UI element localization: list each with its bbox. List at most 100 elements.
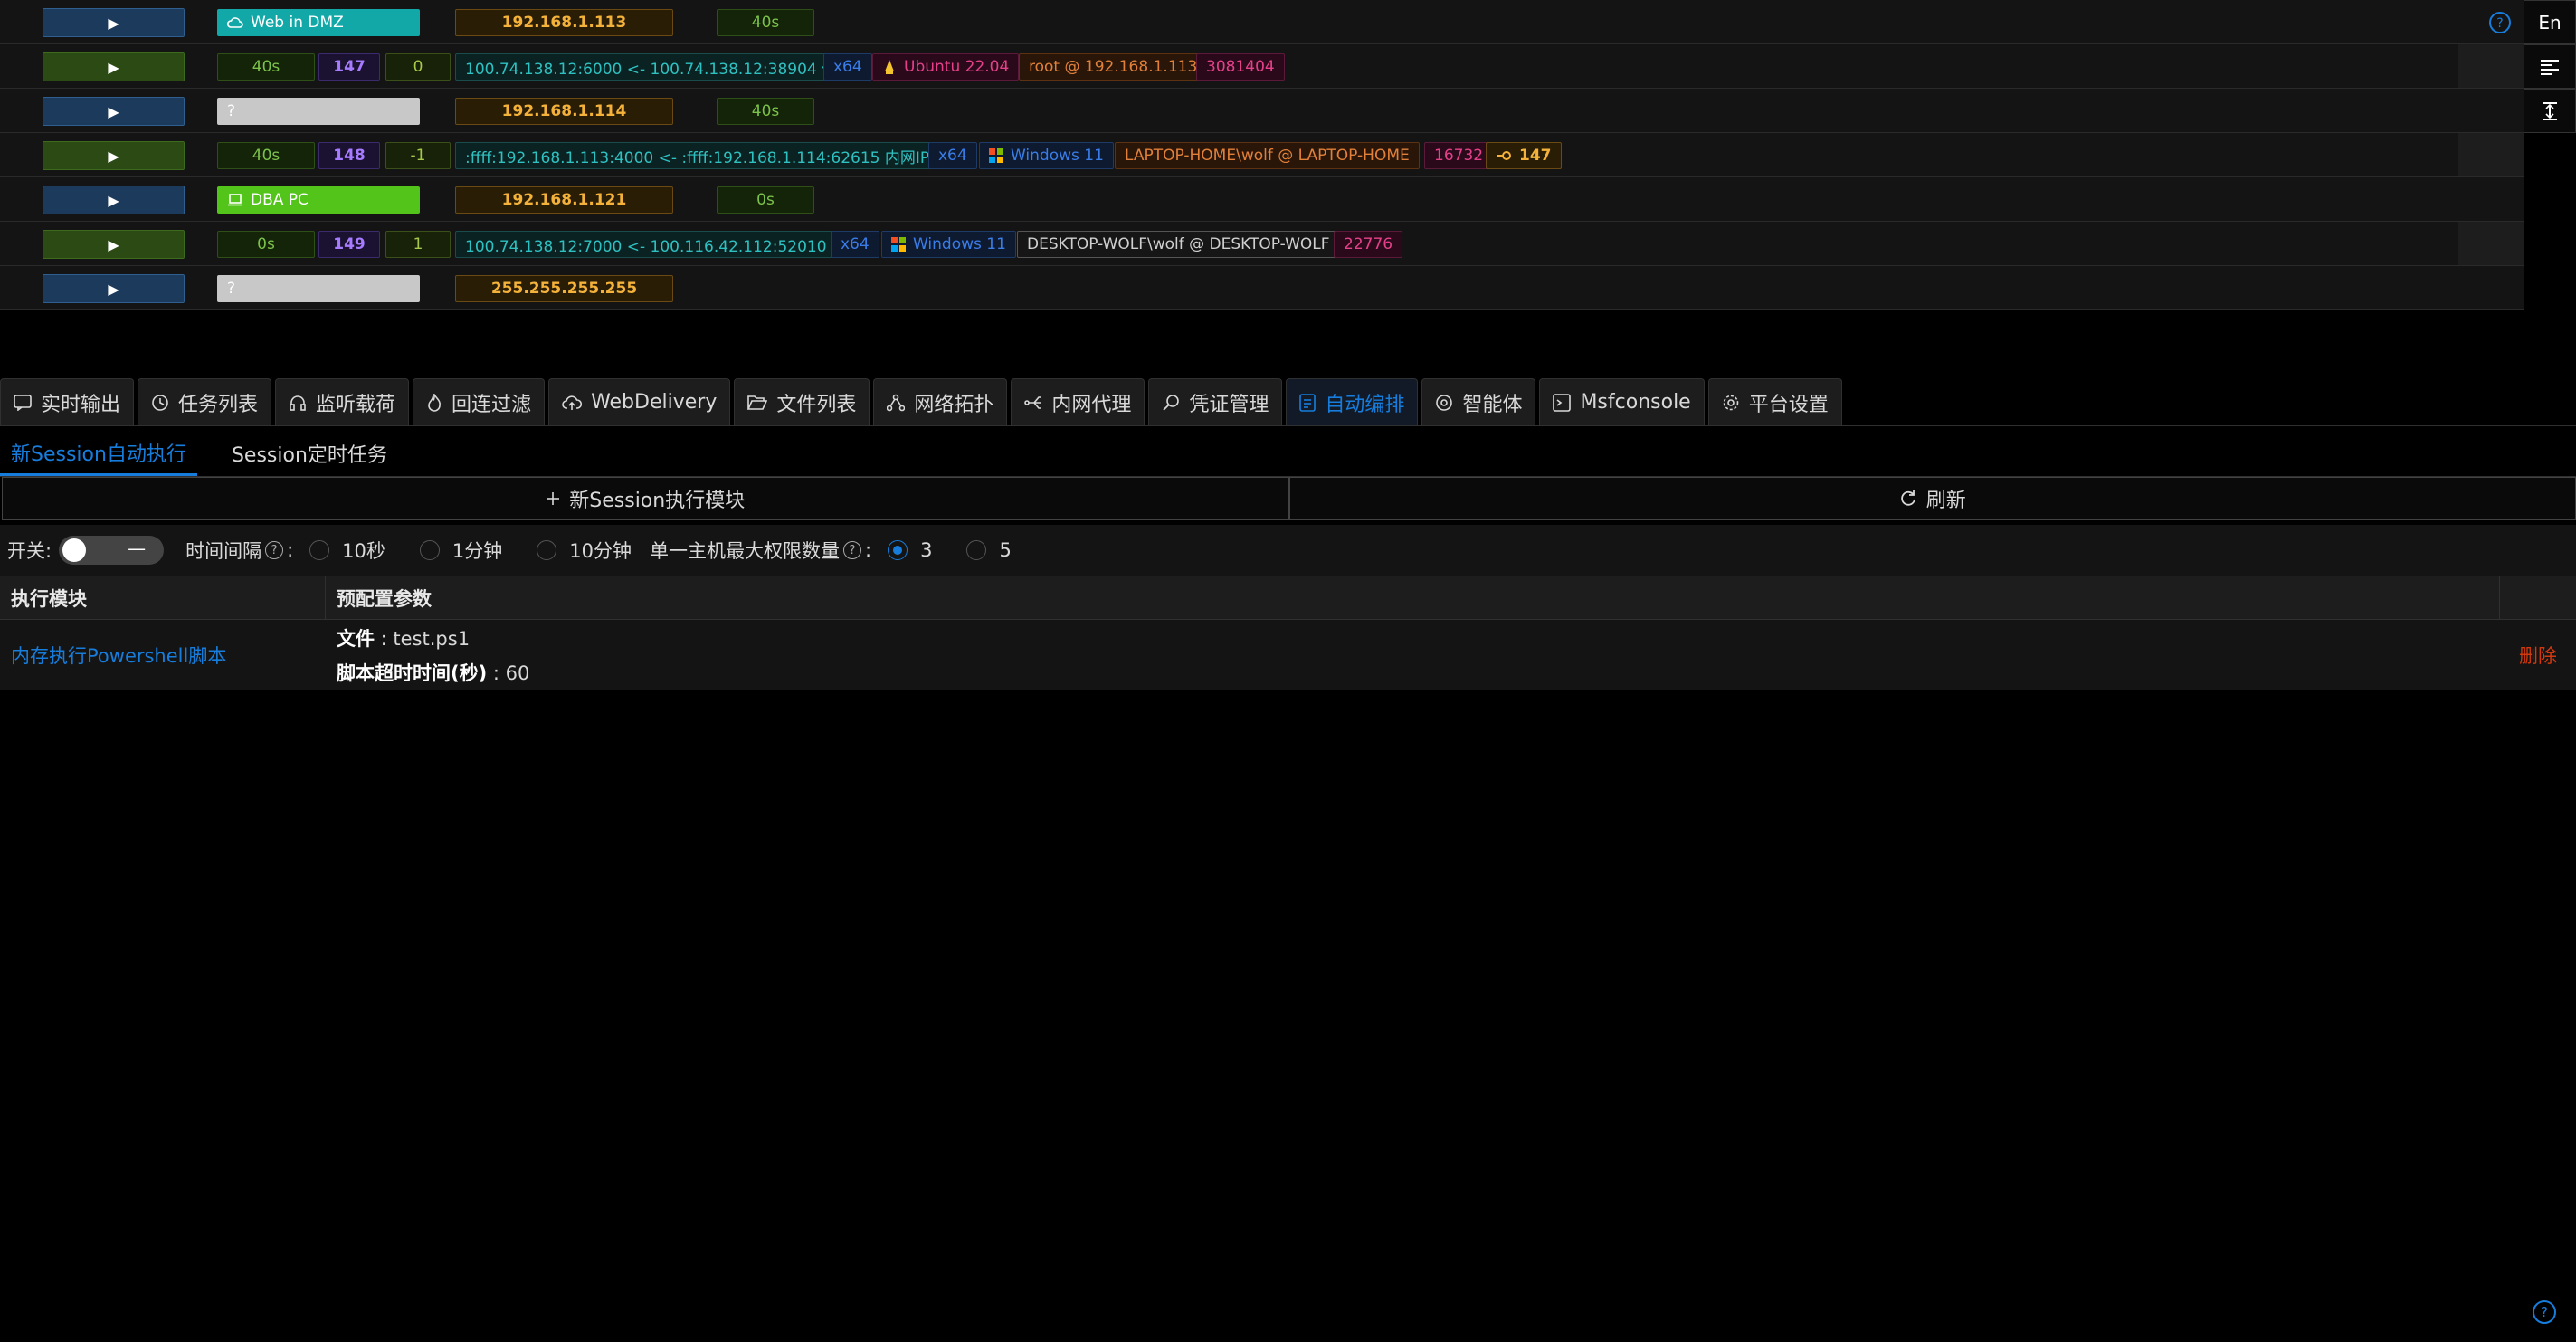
enable-switch[interactable]: — (59, 536, 165, 565)
session-user-tag: root @ 192.168.1.113 (1019, 53, 1208, 81)
session-expand-button[interactable]: ▶ (43, 52, 185, 81)
tab-task-list[interactable]: 任务列表 (138, 378, 272, 425)
host-name-tag[interactable]: Web in DMZ (217, 9, 420, 36)
column-height-button[interactable] (2524, 89, 2576, 133)
cloud-icon (227, 17, 243, 28)
session-expand-button[interactable]: ▶ (43, 230, 185, 259)
column-header-params: 预配置参数 (326, 576, 2500, 619)
expand-button[interactable]: ▶ (43, 97, 185, 126)
tab-listener-payload[interactable]: 监听载荷 (275, 378, 410, 425)
expand-button[interactable]: ▶ (43, 8, 185, 37)
radio-max-3[interactable]: 3 (888, 539, 932, 561)
tab-webdelivery[interactable]: WebDelivery (548, 378, 731, 425)
radio-interval-1m[interactable]: 1分钟 (419, 537, 502, 564)
session-id-tag[interactable]: 148 (318, 142, 380, 169)
session-os-name: Windows 11 (913, 235, 1006, 253)
subtab-session-scheduled-task[interactable]: Session定时任务 (221, 431, 398, 476)
tabs-divider (0, 425, 2576, 426)
link-icon (1497, 151, 1511, 160)
radio-interval-10m[interactable]: 10分钟 (537, 537, 632, 564)
align-left-button[interactable] (2524, 44, 2576, 89)
host-row[interactable]: ▶ ? 255.255.255.255 (0, 266, 2524, 310)
session-id-tag[interactable]: 149 (318, 231, 380, 258)
tab-file-list[interactable]: 文件列表 (734, 378, 870, 425)
side-toolbar: En (2524, 0, 2576, 133)
host-row[interactable]: ▶ ? 192.168.1.114 40s (0, 89, 2524, 133)
tab-network-topology[interactable]: 网络拓扑 (873, 378, 1008, 425)
clock-icon (152, 394, 168, 411)
session-row[interactable]: ▶ 40s 148 -1 :ffff:192.168.1.113:4000 <-… (0, 133, 2524, 177)
tab-realtime-output[interactable]: 实时输出 (0, 378, 135, 425)
session-os-name: Ubuntu 22.04 (904, 58, 1010, 76)
schedule-icon (1299, 393, 1317, 412)
session-connection-tag: 100.74.138.12:6000 <- 100.74.138.12:3890… (455, 53, 863, 81)
module-name-link[interactable]: 内存执行Powershell脚本 (0, 620, 326, 690)
session-os-tag: Windows 11 (979, 142, 1114, 169)
session-arch-tag: x64 (928, 142, 977, 169)
max-permission-label: 单一主机最大权限数量 (650, 540, 840, 562)
tab-intranet-proxy[interactable]: 内网代理 (1011, 378, 1145, 425)
host-ip-tag[interactable]: 192.168.1.121 (455, 186, 673, 214)
session-connection-tag: :ffff:192.168.1.113:4000 <- :ffff:192.16… (455, 142, 975, 169)
windows-icon (891, 237, 906, 252)
radio-interval-10s[interactable]: 10秒 (309, 537, 385, 564)
session-user-tag: DESKTOP-WOLF\wolf @ DESKTOP-WOLF (1017, 231, 1340, 258)
help-icon[interactable]: ? (2488, 11, 2512, 39)
host-row[interactable]: ▶ DBA PC 192.168.1.121 0s (0, 177, 2524, 222)
tab-callback-filter[interactable]: 回连过滤 (413, 378, 546, 425)
radio-dot (419, 540, 440, 560)
session-id-tag[interactable]: 147 (318, 53, 380, 81)
language-button[interactable]: En (2524, 0, 2576, 44)
host-ip-tag[interactable]: 192.168.1.114 (455, 98, 673, 125)
row-end-cell (2458, 133, 2524, 176)
svg-text:?: ? (2541, 1304, 2548, 1320)
tab-msfconsole[interactable]: Msfconsole (1539, 378, 1705, 425)
fire-icon (428, 393, 441, 412)
param-timeout: 脚本超时时间(秒) : 60 (337, 661, 530, 684)
tab-platform-settings[interactable]: 平台设置 (1707, 378, 1842, 425)
expand-button[interactable]: ▶ (43, 186, 185, 214)
subtab-new-session-auto-exec[interactable]: 新Session自动执行 (0, 431, 197, 476)
tab-auto-orchestration[interactable]: 自动编排 (1286, 378, 1419, 425)
search-icon (1163, 394, 1180, 411)
module-table: 执行模块 预配置参数 内存执行Powershell脚本 文件 : test.ps… (0, 576, 2576, 690)
tab-credential-management[interactable]: 凭证管理 (1148, 378, 1283, 425)
tab-agent[interactable]: 智能体 (1421, 378, 1536, 425)
module-params: 文件 : test.ps1 脚本超时时间(秒) : 60 (326, 620, 2500, 690)
radio-max-5[interactable]: 5 (966, 539, 1012, 561)
topology-icon (887, 394, 906, 411)
session-os-name: Windows 11 (1011, 147, 1104, 165)
expand-button[interactable]: ▶ (43, 274, 185, 303)
session-row[interactable]: ▶ 40s 147 0 100.74.138.12:6000 <- 100.74… (0, 44, 2524, 89)
svg-text:?: ? (2496, 16, 2503, 31)
session-number-tag: 0 (385, 53, 451, 81)
host-ip-tag[interactable]: 255.255.255.255 (455, 275, 673, 302)
session-expand-button[interactable]: ▶ (43, 141, 185, 170)
session-parent-tag: 147 (1486, 142, 1562, 169)
session-pid-tag: 16732 (1424, 142, 1494, 169)
session-row[interactable]: ▶ 0s 149 1 100.74.138.12:7000 <- 100.116… (0, 222, 2524, 266)
delete-button[interactable]: 删除 (2500, 620, 2576, 690)
session-age-tag: 0s (217, 231, 315, 258)
refresh-icon (1900, 490, 1915, 506)
host-name-tag[interactable]: ? (217, 98, 420, 125)
session-pid-tag: 3081404 (1196, 53, 1285, 81)
cloud-upload-icon (562, 395, 583, 410)
help-icon[interactable]: ? (2532, 1299, 2557, 1329)
host-name-tag[interactable]: DBA PC (217, 186, 420, 214)
switch-label: 开关: (7, 540, 52, 562)
linux-icon (885, 60, 894, 74)
session-pid-tag: 22776 (1334, 231, 1403, 258)
refresh-button[interactable]: 刷新 (1288, 477, 2576, 520)
module-table-header: 执行模块 预配置参数 (0, 576, 2576, 620)
question-icon[interactable]: ? (265, 541, 284, 559)
host-ip-tag[interactable]: 192.168.1.113 (455, 9, 673, 36)
host-name-tag[interactable]: ? (217, 275, 420, 302)
add-session-module-button[interactable]: 新Session执行模块 (2, 477, 1289, 520)
session-user-tag: LAPTOP-HOME\wolf @ LAPTOP-HOME (1115, 142, 1420, 169)
plus-icon (547, 492, 560, 505)
question-icon[interactable]: ? (843, 541, 861, 559)
column-header-module: 执行模块 (0, 576, 326, 619)
interval-label: 时间间隔 (185, 540, 262, 562)
host-row[interactable]: ▶ Web in DMZ 192.168.1.113 40s (0, 0, 2524, 44)
